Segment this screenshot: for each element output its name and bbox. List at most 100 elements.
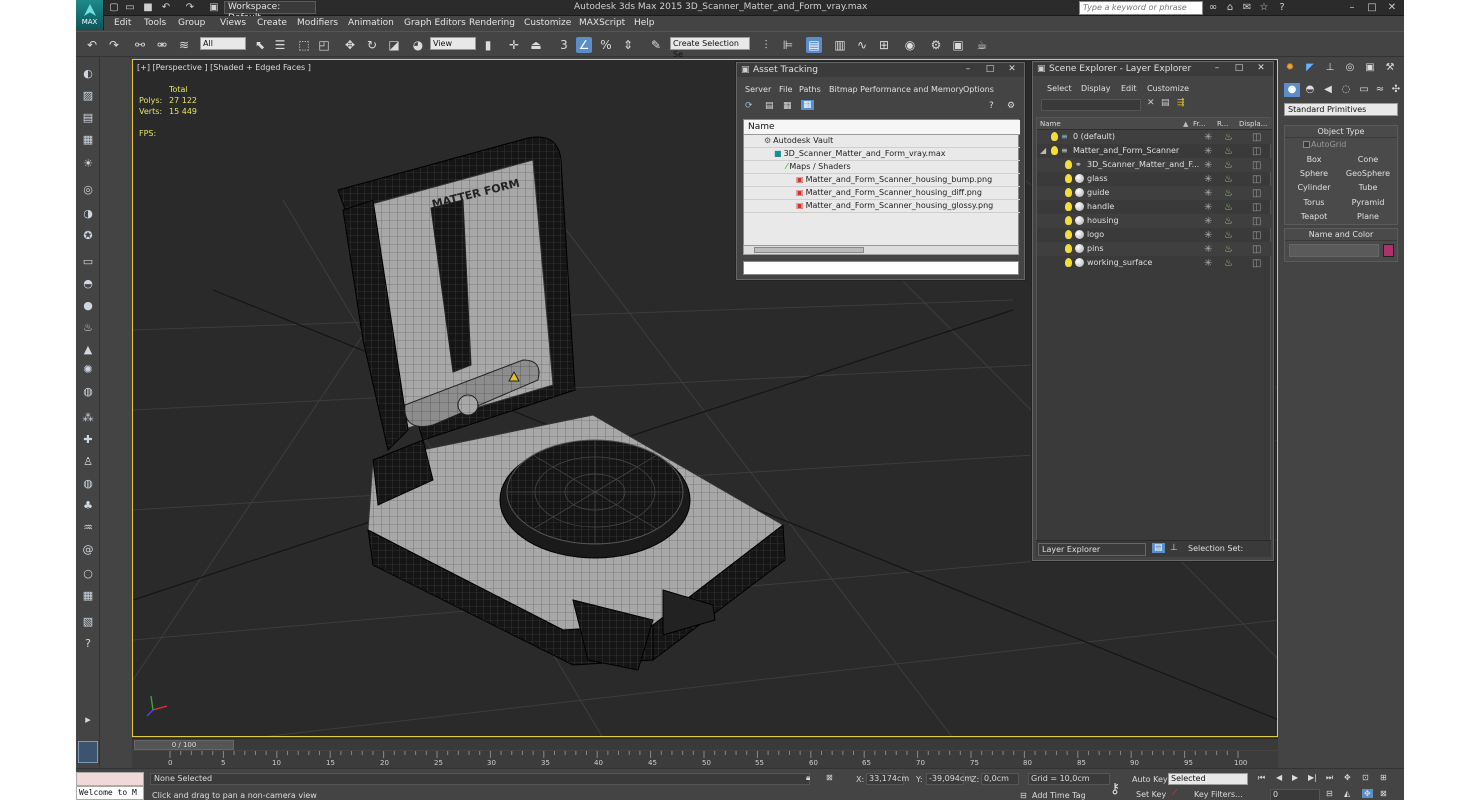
freeze-icon[interactable]: ✳ bbox=[1204, 145, 1212, 158]
name-column-header[interactable]: Name bbox=[1040, 118, 1061, 130]
sort-by-hierarchy-icon[interactable]: ⊥ bbox=[1170, 543, 1178, 553]
link-icon[interactable]: ⚯ bbox=[132, 37, 148, 53]
globe-tool-icon[interactable]: ◍ bbox=[80, 477, 96, 491]
clear-search-icon[interactable]: ✕ bbox=[1147, 98, 1155, 108]
visibility-bulb-icon[interactable] bbox=[1065, 188, 1072, 197]
se-menu-select[interactable]: Select bbox=[1047, 84, 1072, 93]
cylinder-button[interactable]: Cylinder bbox=[1289, 182, 1339, 194]
z-coordinate-field[interactable]: 0,0cm bbox=[981, 773, 1019, 785]
geosphere-button[interactable]: GeoSphere bbox=[1343, 168, 1393, 180]
menu-modifiers[interactable]: Modifiers bbox=[297, 18, 338, 28]
help-tool-icon[interactable]: ? bbox=[80, 637, 96, 651]
display-icon[interactable]: ◫ bbox=[1252, 187, 1261, 200]
new-file-icon[interactable]: ▢ bbox=[108, 2, 120, 13]
object-color-swatch[interactable] bbox=[1383, 244, 1394, 257]
rectangular-selection-icon[interactable]: ⬚ bbox=[296, 37, 312, 53]
set-key-icon[interactable]: ⟋ bbox=[1172, 788, 1178, 798]
time-slider-track[interactable]: 0 / 100 bbox=[132, 738, 1278, 750]
asset-name-column-header[interactable]: Name bbox=[744, 120, 1020, 135]
select-manipulate-icon[interactable]: ✛ bbox=[506, 37, 522, 53]
teapot-button[interactable]: Teapot bbox=[1289, 211, 1339, 223]
layer-row[interactable]: handle ✳ ♨ ◫ bbox=[1037, 200, 1272, 214]
asset-horizontal-scrollbar[interactable] bbox=[743, 245, 1019, 255]
asset-tracking-title[interactable]: Asset Tracking bbox=[737, 63, 1024, 77]
hierarchy-tab-icon[interactable]: ⊥ bbox=[1322, 61, 1338, 75]
project-folder-icon[interactable]: ▣ bbox=[208, 2, 220, 13]
current-frame-field[interactable]: 0 bbox=[1270, 789, 1320, 800]
plane-tool-icon[interactable]: ▭ bbox=[80, 255, 96, 269]
render-teapot-icon[interactable]: ♨ bbox=[1224, 201, 1233, 214]
menu-views[interactable]: Views bbox=[220, 18, 246, 28]
render-setup-icon[interactable]: ⚙ bbox=[928, 37, 944, 53]
auto-key-button[interactable]: Auto Key bbox=[1132, 775, 1168, 784]
display-icon[interactable]: ◫ bbox=[1252, 229, 1261, 242]
visibility-bulb-icon[interactable] bbox=[1065, 244, 1072, 253]
redo-quick-icon[interactable]: ↷ bbox=[184, 2, 196, 13]
sort-by-layer-icon[interactable]: ▤ bbox=[1152, 543, 1165, 553]
scene-search-input[interactable] bbox=[1041, 99, 1141, 111]
selection-tool-icon[interactable]: ◐ bbox=[80, 67, 96, 81]
ball-tool-icon[interactable]: ○ bbox=[80, 567, 96, 581]
asset-row[interactable]: ▣ Matter_and_Form_Scanner_housing_bump.pn… bbox=[744, 174, 1020, 187]
menu-edit[interactable]: Edit bbox=[114, 18, 131, 28]
redo-icon[interactable]: ↷ bbox=[106, 37, 122, 53]
add-time-tag-button[interactable]: Add Time Tag bbox=[1032, 791, 1086, 800]
lights-icon[interactable]: ◀ bbox=[1320, 83, 1336, 97]
details-view-icon[interactable]: ▦ bbox=[783, 101, 792, 111]
sun-tool-icon[interactable]: ✺ bbox=[80, 363, 96, 377]
list-view-icon[interactable]: ▤ bbox=[765, 101, 774, 111]
display-icon[interactable]: ◫ bbox=[1252, 201, 1261, 214]
render-teapot-icon[interactable]: ♨ bbox=[1224, 131, 1233, 144]
search-input[interactable]: Type a keyword or phrase bbox=[1079, 1, 1203, 15]
rendered-frame-icon[interactable]: ▣ bbox=[950, 37, 966, 53]
goto-start-icon[interactable]: ⏮ bbox=[1258, 773, 1265, 783]
favorites-icon[interactable]: ☆ bbox=[1258, 2, 1270, 14]
layer-row[interactable]: logo ✳ ♨ ◫ bbox=[1037, 228, 1272, 242]
align-icon[interactable]: ⊫ bbox=[780, 37, 796, 53]
pivot-center-icon[interactable]: ▮ bbox=[480, 37, 496, 53]
freeze-icon[interactable]: ✳ bbox=[1204, 229, 1212, 242]
percent-snap-icon[interactable]: % bbox=[598, 37, 614, 53]
play-icon[interactable]: ▶ bbox=[1292, 773, 1298, 782]
modify-tab-icon[interactable]: ◤ bbox=[1302, 61, 1318, 75]
help-icon[interactable]: ? bbox=[1276, 2, 1288, 14]
zoom-extents-icon[interactable]: ⊡ bbox=[1362, 773, 1369, 782]
refresh-icon[interactable]: ⟳ bbox=[745, 101, 753, 111]
layer-row[interactable]: working_surface ✳ ♨ ◫ bbox=[1037, 256, 1272, 270]
explorer-mode-dropdown[interactable]: Layer Explorer bbox=[1038, 543, 1146, 556]
maximize-viewport-icon[interactable]: ⊠ bbox=[1380, 789, 1387, 798]
cameras-icon[interactable]: ◌ bbox=[1338, 83, 1354, 97]
asset-row[interactable]: ▣ Matter_and_Form_Scanner_housing_glossy.… bbox=[744, 200, 1020, 213]
menu-maxscript[interactable]: MAXScript bbox=[579, 18, 625, 28]
snaps-toggle-icon[interactable]: 3 bbox=[556, 37, 572, 53]
spacewarp-tool-icon[interactable]: ✪ bbox=[80, 229, 96, 243]
biped-tool-icon[interactable]: ♙ bbox=[80, 455, 96, 469]
render-teapot-icon[interactable]: ♨ bbox=[1224, 159, 1233, 172]
pyramid-button[interactable]: Pyramid bbox=[1343, 197, 1393, 209]
menu-graph-editors[interactable]: Graph Editors bbox=[404, 18, 466, 28]
move-icon[interactable]: ✥ bbox=[342, 37, 358, 53]
app-logo-icon[interactable]: MAX bbox=[76, 0, 104, 30]
x-coordinate-field[interactable]: 33,174cm bbox=[866, 773, 909, 785]
zoom-all-icon[interactable]: ⊞ bbox=[1380, 773, 1387, 782]
asset-menu-server[interactable]: Server bbox=[745, 85, 771, 94]
select-object-icon[interactable]: ⬉ bbox=[252, 37, 268, 53]
time-config-icon[interactable]: ⊟ bbox=[1326, 789, 1333, 798]
scale-icon[interactable]: ◪ bbox=[386, 37, 402, 53]
layer-explorer-icon[interactable]: ▤ bbox=[806, 37, 822, 53]
selection-filter-dropdown[interactable]: All bbox=[200, 37, 246, 50]
asset-close-icon[interactable]: ✕ bbox=[1004, 64, 1020, 75]
mirror-icon[interactable]: ⫶ bbox=[758, 37, 774, 53]
layer-tree[interactable]: Name ▲ Fr... R... Displa... ≡ 0 (default)… bbox=[1036, 117, 1272, 541]
time-slider[interactable]: 0 / 100 bbox=[134, 740, 234, 750]
menu-group[interactable]: Group bbox=[178, 18, 205, 28]
asset-row[interactable]: ⁄ Maps / Shaders bbox=[744, 161, 1020, 174]
camera-tool-icon[interactable]: ◎ bbox=[80, 183, 96, 197]
select-by-name-icon[interactable]: ☰ bbox=[272, 37, 288, 53]
listener-output[interactable]: Welcome to M bbox=[76, 786, 144, 800]
menu-rendering[interactable]: Rendering bbox=[469, 18, 515, 28]
asset-settings-icon[interactable]: ⚙ bbox=[1007, 101, 1015, 111]
asset-path-input[interactable] bbox=[743, 261, 1019, 275]
unlink-icon[interactable]: ⚮ bbox=[154, 37, 170, 53]
document-tool-icon[interactable]: ▤ bbox=[80, 111, 96, 125]
